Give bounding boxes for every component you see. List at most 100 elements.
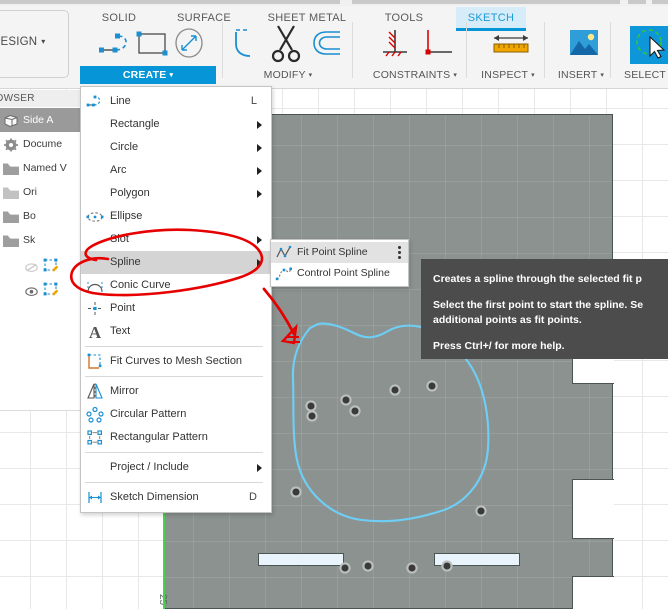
panel-insert[interactable]: INSERT ▾ [548, 66, 614, 84]
folder-icon [3, 209, 19, 223]
menu-separator [85, 452, 263, 453]
menu-item-label: Circle [110, 141, 139, 153]
circular-pattern-icon [86, 406, 104, 423]
menu-item-polygon[interactable]: Polygon [81, 182, 271, 205]
spline-submenu[interactable]: Fit Point Spline Control Point Spline [270, 239, 409, 287]
menu-item-slot[interactable]: Slot [81, 228, 271, 251]
menu-item-rectangular-pattern[interactable]: Rectangular Pattern [81, 426, 271, 449]
menu-item-label: Rectangle [110, 118, 160, 130]
text-icon: A [86, 323, 104, 342]
control-point-spline-icon [275, 266, 293, 281]
menu-item-label: Project / Include [110, 461, 189, 473]
panel-constraints-label: CONSTRAINTS [372, 69, 451, 81]
panel-inspect[interactable]: INSPECT ▾ [472, 66, 544, 84]
menu-item-fit-curves-to-mesh-section[interactable]: Fit Curves to Mesh Section [81, 350, 271, 373]
visibility-eye-icon[interactable] [25, 282, 38, 296]
dimension-icon [86, 489, 104, 506]
visibility-eye-icon[interactable] [25, 258, 38, 272]
submenu-item-control-point-spline[interactable]: Control Point Spline [271, 263, 408, 284]
sketch-icon [43, 281, 59, 296]
overflow-menu-icon[interactable] [398, 246, 401, 261]
menu-item-rectangle[interactable]: Rectangle [81, 113, 271, 136]
menu-item-text[interactable]: A Text [81, 320, 271, 343]
menu-item-label: Ellipse [110, 210, 143, 222]
constraint-perpendicular-icon[interactable] [418, 24, 458, 64]
create-dropdown-menu[interactable]: Line L Rectangle Circle Arc Polygon Ellipse Slo… [80, 86, 272, 513]
menu-item-label: Circular Pattern [110, 408, 187, 420]
tooltip-line-2: Select the first point to start the spli… [433, 299, 644, 311]
menu-item-label: Point [110, 302, 136, 314]
strip-segment-right-b [652, 0, 668, 4]
panel-select[interactable]: SELECT [620, 66, 668, 84]
line-tool-icon[interactable] [96, 24, 136, 64]
panel-select-label: SELECT [624, 69, 667, 81]
insert-image-icon[interactable] [564, 24, 604, 64]
submenu-arrow-icon [257, 464, 262, 472]
menu-item-point[interactable]: Point [81, 297, 271, 320]
offset-tool-icon[interactable] [310, 24, 350, 64]
menu-item-label: Conic Curve [110, 279, 171, 291]
menu-item-label: Text [110, 325, 131, 337]
menu-item-label: Sketch Dimension [110, 491, 199, 503]
menu-item-shortcut: D [249, 491, 257, 503]
panel-create[interactable]: CREATE ▾ [80, 66, 216, 84]
folder-icon [3, 185, 19, 199]
menu-item-label: Arc [110, 164, 127, 176]
menu-item-sketch-dimension[interactable]: Sketch Dimension D [81, 486, 271, 509]
point-icon [86, 300, 104, 317]
rect-pattern-icon [86, 429, 104, 446]
browser-row[interactable]: Docume [0, 132, 87, 156]
browser-row[interactable]: Ori [0, 180, 87, 204]
constraint-fix-icon[interactable] [375, 24, 415, 64]
browser-title: BROWSER [0, 90, 87, 107]
submenu-item-label: Control Point Spline [297, 267, 390, 279]
menu-separator [85, 346, 263, 347]
circle-tool-icon[interactable] [170, 24, 210, 64]
browser-row-label: Side A [23, 114, 54, 126]
folder-icon [3, 161, 19, 175]
menu-item-ellipse[interactable]: Ellipse [81, 205, 271, 228]
menu-separator [85, 482, 263, 483]
submenu-item-fit-point-spline[interactable]: Fit Point Spline [271, 242, 408, 263]
menu-item-label: Line [110, 95, 131, 107]
fillet-tool-icon[interactable] [230, 24, 270, 64]
svg-text:A: A [89, 323, 102, 340]
select-tool-icon[interactable] [628, 24, 668, 64]
menu-separator [85, 376, 263, 377]
submenu-arrow-icon [257, 167, 262, 175]
menu-item-label: Rectangular Pattern [110, 431, 208, 443]
line-icon [86, 93, 104, 110]
browser-row[interactable] [0, 276, 87, 300]
panel-modify[interactable]: MODIFY ▾ [240, 66, 336, 84]
browser-row[interactable]: Bo [0, 204, 87, 228]
menu-item-line[interactable]: Line L [81, 90, 271, 113]
menu-item-mirror[interactable]: Mirror [81, 380, 271, 403]
browser-row[interactable] [0, 252, 87, 276]
browser-row-label: Bo [23, 210, 36, 222]
menu-item-project-include[interactable]: Project / Include [81, 456, 271, 479]
measure-tool-icon[interactable] [488, 24, 534, 64]
tooltip-line-1: Creates a spline through the selected fi… [433, 273, 642, 285]
menu-item-spline[interactable]: Spline [81, 251, 271, 274]
browser-row[interactable]: Sk [0, 228, 87, 252]
tooltip-line-3: additional points as fit points. [433, 314, 582, 326]
menu-item-circle[interactable]: Circle [81, 136, 271, 159]
submenu-arrow-icon [257, 121, 262, 129]
body-icon [3, 113, 19, 128]
trim-tool-icon[interactable] [268, 20, 308, 66]
browser-row-label: Sk [23, 234, 36, 246]
chevron-down-icon: ▾ [531, 72, 535, 79]
browser-row[interactable]: Named V [0, 156, 87, 180]
fit-point-spline-icon [275, 245, 293, 260]
spline-tooltip: Creates a spline through the selected fi… [421, 259, 668, 359]
browser-row[interactable]: Side A [0, 108, 87, 132]
design-text: DESIGN [0, 36, 38, 48]
gear-icon [3, 137, 19, 152]
menu-item-conic-curve[interactable]: Conic Curve [81, 274, 271, 297]
panel-constraints[interactable]: CONSTRAINTS ▾ [358, 66, 472, 84]
rectangle-tool-icon[interactable] [133, 24, 173, 64]
browser-row-label: Docume [23, 138, 63, 150]
menu-item-label: Fit Curves to Mesh Section [110, 355, 243, 367]
menu-item-arc[interactable]: Arc [81, 159, 271, 182]
menu-item-circular-pattern[interactable]: Circular Pattern [81, 403, 271, 426]
